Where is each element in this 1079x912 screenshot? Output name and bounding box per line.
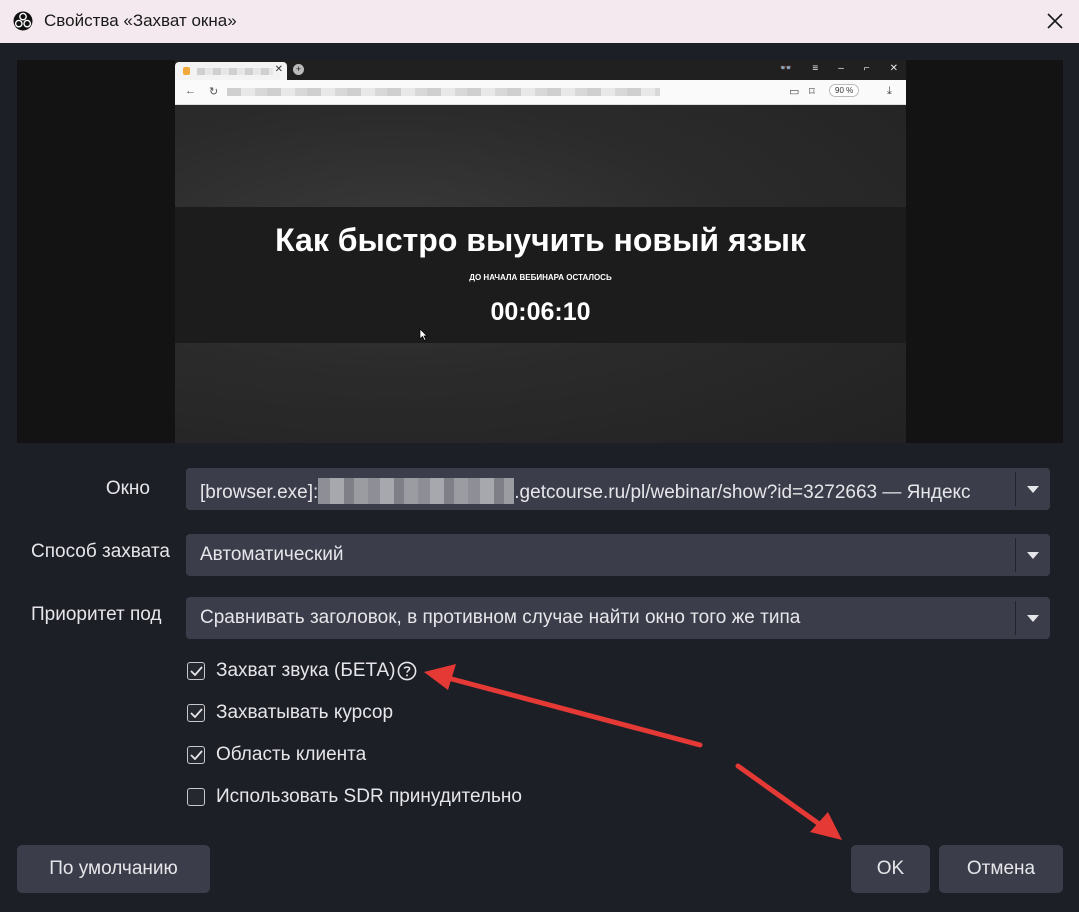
tab-close-icon: ✕ bbox=[274, 64, 283, 75]
capture-cursor-checkbox[interactable]: Захватывать курсор bbox=[187, 701, 393, 725]
webinar-headline: Как быстро выучить новый язык bbox=[275, 222, 806, 258]
capture-audio-label: Захват звука (БЕТА) bbox=[216, 660, 396, 681]
priority-value: Сравнивать заголовок, в противном случае… bbox=[200, 607, 801, 628]
restore-icon: ⌐ bbox=[863, 63, 870, 74]
dropdown-arrow[interactable] bbox=[1016, 534, 1050, 576]
window-title: Свойства «Захват окна» bbox=[44, 11, 237, 30]
minimize-icon: – bbox=[838, 63, 844, 74]
annotation-arrow-to-ok bbox=[735, 763, 825, 829]
chevron-down-icon bbox=[1027, 551, 1039, 559]
new-tab-icon: + bbox=[293, 64, 304, 75]
close-icon bbox=[1047, 13, 1063, 29]
chevron-down-icon bbox=[1027, 614, 1039, 622]
checkmark-icon bbox=[189, 666, 203, 676]
priority-select[interactable]: Сравнивать заголовок, в противном случае… bbox=[186, 597, 1050, 639]
dropdown-arrow[interactable] bbox=[1016, 468, 1050, 510]
reload-icon: ↻ bbox=[209, 86, 219, 98]
checkbox-box[interactable] bbox=[187, 788, 205, 806]
glasses-icon: 👓 bbox=[779, 63, 793, 74]
annotation-arrowhead bbox=[810, 812, 842, 840]
checkbox-box[interactable] bbox=[187, 662, 205, 680]
defaults-button[interactable]: По умолчанию bbox=[17, 845, 210, 893]
window-select-value: [browser.exe]: .getcourse.ru/pl/webinar/s… bbox=[200, 478, 1006, 504]
chevron-down-icon bbox=[1027, 485, 1039, 493]
download-icon: ⤓ bbox=[887, 85, 892, 97]
priority-label: Приоритет под bbox=[31, 604, 162, 625]
menu-icon: ≡ bbox=[812, 63, 819, 74]
webinar-page: Как быстро выучить новый язык ДО НАЧАЛА … bbox=[175, 105, 906, 443]
reader-icon: ▭ bbox=[789, 86, 800, 98]
tab-title-redacted bbox=[197, 68, 273, 75]
bookmark-icon: ⌑ bbox=[809, 86, 815, 98]
capture-preview: ✕ + 👓 ≡ – ⌐ ✕ ← ↻ ▭ ⌑ 90 % ⤓ Как быстро … bbox=[17, 60, 1063, 443]
obs-logo-icon bbox=[13, 11, 33, 31]
countdown-caption: ДО НАЧАЛА ВЕБИНАРА ОСТАЛОСЬ bbox=[469, 273, 612, 282]
checkbox-box[interactable] bbox=[187, 746, 205, 764]
browser-close-icon: ✕ bbox=[889, 63, 898, 74]
capture-cursor-label: Захватывать курсор bbox=[216, 702, 394, 723]
countdown-timer: 00:06:10 bbox=[490, 298, 591, 326]
cancel-button[interactable]: Отмена bbox=[939, 845, 1063, 893]
capture-method-value: Автоматический bbox=[200, 544, 344, 565]
force-sdr-checkbox[interactable]: Использовать SDR принудительно bbox=[187, 785, 522, 809]
zoom-indicator: 90 % bbox=[829, 84, 860, 97]
checkmark-icon bbox=[189, 750, 203, 760]
back-icon: ← bbox=[185, 85, 196, 97]
annotation-arrow-to-audio bbox=[445, 675, 703, 748]
browser-window-controls: 👓 ≡ – ⌐ ✕ bbox=[780, 63, 898, 74]
browser-tab: ✕ bbox=[175, 62, 287, 80]
url-redacted bbox=[227, 88, 660, 96]
annotation-arrowhead bbox=[424, 664, 456, 690]
browser-tab-strip: ✕ + 👓 ≡ – ⌐ ✕ bbox=[175, 60, 906, 80]
client-area-label: Область клиента bbox=[216, 744, 367, 765]
capture-method-select[interactable]: Автоматический bbox=[186, 534, 1050, 576]
close-button[interactable] bbox=[1040, 6, 1070, 36]
capture-method-label: Способ захвата bbox=[31, 541, 170, 562]
checkmark-icon bbox=[189, 708, 203, 718]
webinar-banner: Как быстро выучить новый язык ДО НАЧАЛА … bbox=[175, 207, 906, 343]
captured-browser-window: ✕ + 👓 ≡ – ⌐ ✕ ← ↻ ▭ ⌑ 90 % ⤓ Как быстро … bbox=[175, 60, 906, 443]
window-field-label: Окно bbox=[105, 478, 150, 499]
tab-favicon-icon bbox=[183, 67, 190, 75]
ok-button[interactable]: OK bbox=[851, 845, 930, 893]
force-sdr-label: Использовать SDR принудительно bbox=[216, 786, 522, 807]
window-select[interactable]: [browser.exe]: .getcourse.ru/pl/webinar/s… bbox=[186, 468, 1050, 510]
redacted-host bbox=[318, 478, 515, 504]
checkbox-box[interactable] bbox=[187, 704, 205, 722]
help-circle-icon[interactable] bbox=[397, 661, 417, 681]
client-area-checkbox[interactable]: Область клиента bbox=[187, 743, 366, 767]
mouse-cursor-icon bbox=[419, 328, 428, 341]
dropdown-arrow[interactable] bbox=[1016, 597, 1050, 639]
browser-address-bar: ← ↻ ▭ ⌑ 90 % ⤓ bbox=[175, 80, 906, 105]
title-bar: Свойства «Захват окна» bbox=[0, 0, 1079, 43]
capture-audio-checkbox[interactable]: Захват звука (БЕТА) bbox=[187, 659, 417, 683]
